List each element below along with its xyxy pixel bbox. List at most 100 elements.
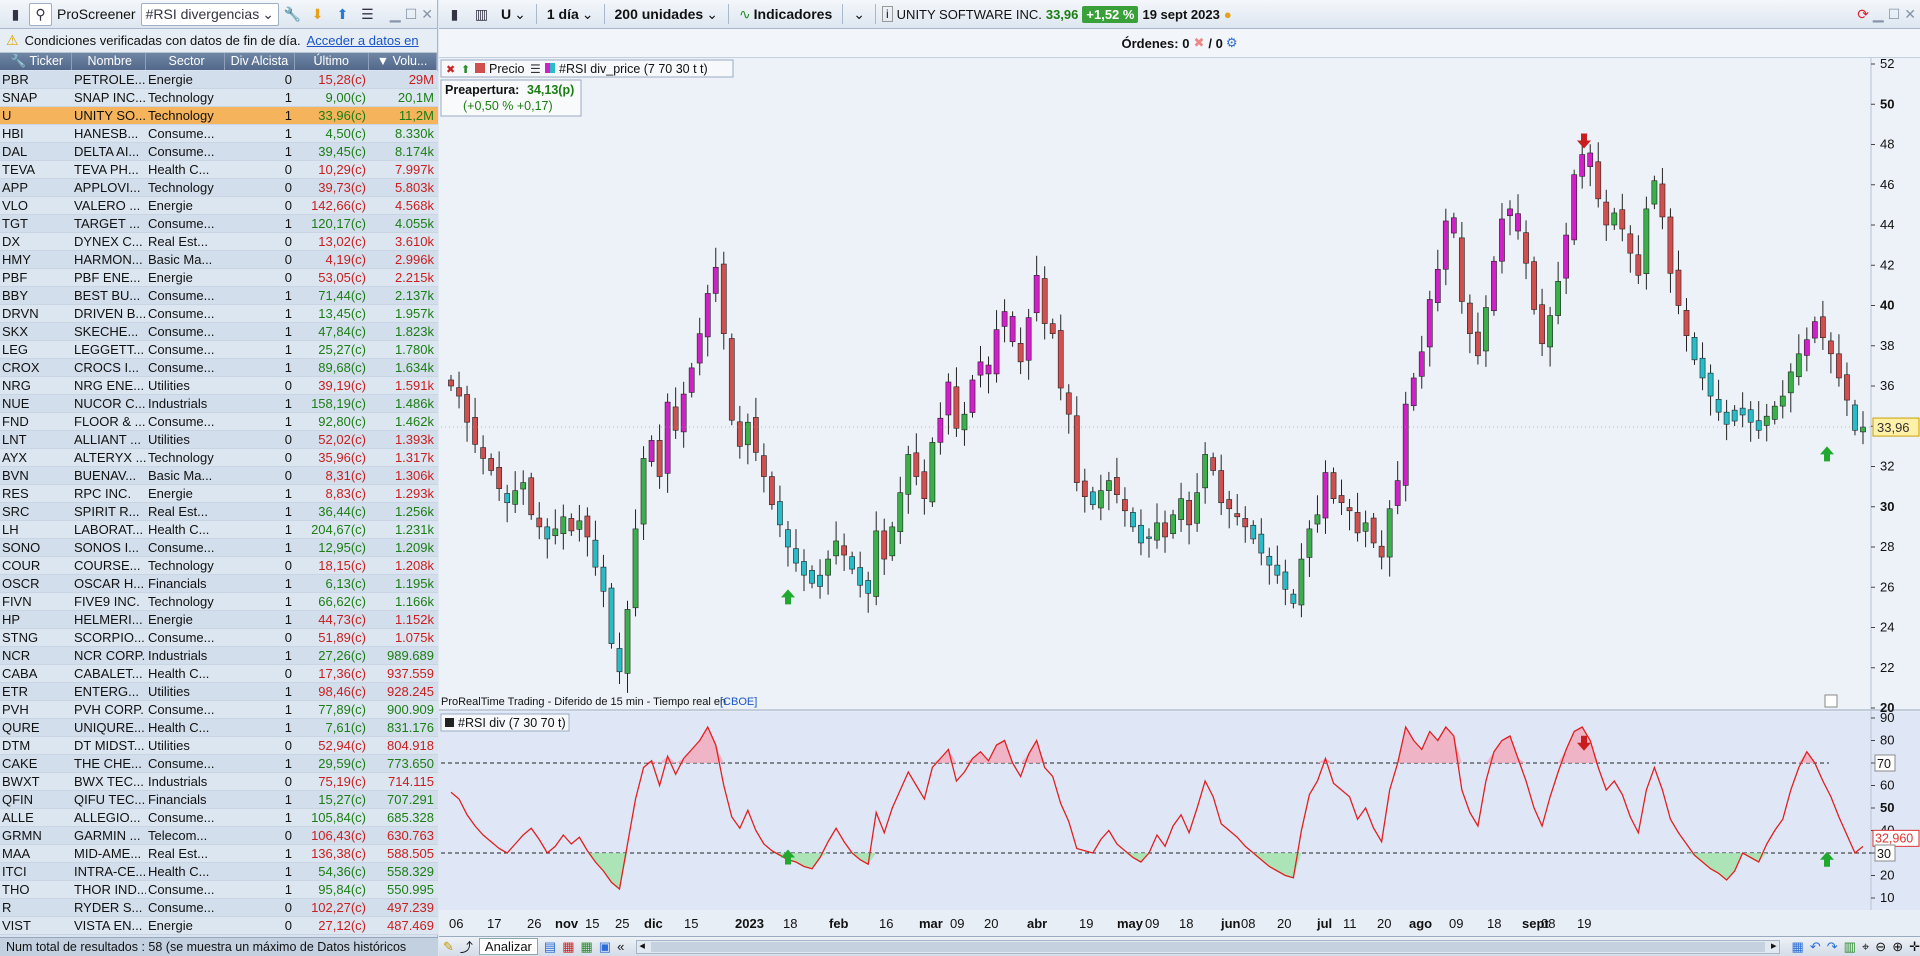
table-row[interactable]: RES RPC INC. Energie 1 8,83(c) 1.293k — [0, 485, 438, 503]
table-row[interactable]: HBI HANESB... Consume... 1 4,50(c) 8.330k — [0, 125, 438, 143]
table-row[interactable]: CROX CROCS I... Consume... 1 89,68(c) 1.634k — [0, 359, 438, 377]
calendar-icon[interactable]: ▦ — [1792, 939, 1804, 955]
layout-icon[interactable]: ▤ — [544, 939, 556, 955]
col-volumen[interactable]: ▼ Volu... — [369, 53, 437, 70]
table-row[interactable]: GRMN GARMIN ... Telecom... 0 106,43(c) 630.76… — [0, 827, 438, 845]
screener-icon[interactable]: ▦ — [562, 939, 574, 955]
table-row[interactable]: OSCR OSCAR H... Financials 1 6,13(c) 1.195k — [0, 575, 438, 593]
stop-icon[interactable]: ▮ — [4, 3, 27, 26]
chart-stop-icon[interactable]: ▮ — [443, 3, 466, 26]
table-row[interactable]: DAL DELTA AI... Consume... 1 39,45(c) 8.174k — [0, 143, 438, 161]
chart-type-icon[interactable]: ▥ — [470, 3, 493, 26]
undo-icon[interactable]: ↶ — [1810, 939, 1821, 955]
grid-icon[interactable]: ▦ — [580, 939, 592, 955]
table-row[interactable]: NRG NRG ENE... Utilities 0 39,19(c) 1.591k — [0, 377, 438, 395]
table-row[interactable]: SRC SPIRIT R... Real Est... 1 36,44(c) 1.256k — [0, 503, 438, 521]
sync-icon[interactable]: ⟳ — [1857, 6, 1869, 23]
table-row[interactable]: COUR COURSE... Technology 0 18,15(c) 1.208k — [0, 557, 438, 575]
table-row[interactable]: DRVN DRIVEN B... Consume... 1 13,45(c) 1.957k — [0, 305, 438, 323]
scroll-left-icon[interactable]: ◂ — [639, 939, 645, 952]
table-row[interactable]: FND FLOOR & ... Consume... 1 92,80(c) 1.462k — [0, 413, 438, 431]
upload-icon[interactable]: ⬆ — [331, 3, 354, 26]
col-div-alcista[interactable]: Div Alcista — [225, 53, 296, 70]
table-row[interactable]: ETR ENTERG... Utilities 1 98,46(c) 928.245 — [0, 683, 438, 701]
table-row[interactable]: CAKE THE CHE... Consume... 1 29,59(c) 773.650 — [0, 755, 438, 773]
table-row[interactable]: NCR NCR CORP. Industrials 1 27,26(c) 989.689 — [0, 647, 438, 665]
table-row[interactable]: APP APPLOVI... Technology 0 39,73(c) 5.803k — [0, 179, 438, 197]
collapse-left-icon[interactable]: « — [617, 939, 624, 954]
zoom-fit-icon[interactable]: ⌖ — [1862, 939, 1869, 955]
excel-icon[interactable]: ▥ — [1844, 939, 1856, 955]
chart-icon[interactable]: ▣ — [599, 939, 611, 955]
table-row[interactable]: PBR PETROLE... Energie 0 15,28(c) 29M — [0, 71, 438, 89]
table-row[interactable]: HMY HARMON... Basic Ma... 0 4,19(c) 2.996k — [0, 251, 438, 269]
table-row[interactable]: BVN BUENAV... Basic Ma... 0 8,31(c) 1.306k — [0, 467, 438, 485]
table-row[interactable]: LH LABORAT... Health C... 1 204,67(c) 1.231k — [0, 521, 438, 539]
zoom-in-icon[interactable]: ⊕ — [1892, 939, 1903, 955]
crosshair-icon[interactable]: ✛ — [1909, 939, 1920, 955]
table-row[interactable]: VIST VISTA EN... Energie 0 27,12(c) 487.469 — [0, 917, 438, 935]
table-row[interactable]: R RYDER S... Consume... 0 102,27(c) 497.239 — [0, 899, 438, 917]
indicators-menu[interactable]: ⌄ — [849, 6, 869, 23]
table-row[interactable]: SONO SONOS I... Consume... 1 12,95(c) 1.209k — [0, 539, 438, 557]
minimize-icon[interactable]: ▁ — [1873, 6, 1884, 23]
menu-icon[interactable]: ☰ — [356, 3, 379, 26]
table-row[interactable]: STNG SCORPIO... Consume... 0 51,89(c) 1.075k — [0, 629, 438, 647]
table-row[interactable]: DX DYNEX C... Real Est... 0 13,02(c) 3.610k — [0, 233, 438, 251]
table-row[interactable]: DTM DT MIDST... Utilities 0 52,94(c) 804.918 — [0, 737, 438, 755]
time-scrollbar[interactable]: ◂ ▸ — [636, 939, 1780, 954]
wrench-icon[interactable]: 🔧 — [281, 3, 304, 26]
cancel-orders-icon[interactable]: ✖ — [1193, 35, 1204, 51]
table-row[interactable]: AYX ALTERYX ... Technology 0 35,96(c) 1.317k — [0, 449, 438, 467]
maximize-icon[interactable]: ☐ — [405, 6, 418, 23]
maximize-icon[interactable]: ☐ — [1888, 6, 1901, 23]
col-nombre[interactable]: Nombre — [72, 53, 146, 70]
table-row[interactable]: HP HELMERI... Energie 1 44,73(c) 1.152k — [0, 611, 438, 629]
close-icon[interactable]: ✕ — [1904, 6, 1916, 23]
table-row[interactable]: ALLE ALLEGIO... Consume... 1 105,84(c) 685.32… — [0, 809, 438, 827]
pencil-icon[interactable]: ✎ — [443, 939, 454, 955]
table-row[interactable]: LEG LEGGETT... Consume... 1 25,27(c) 1.780k — [0, 341, 438, 359]
scroll-right-icon[interactable]: ▸ — [1771, 939, 1777, 952]
table-row[interactable]: BBY BEST BU... Consume... 1 71,44(c) 2.137k — [0, 287, 438, 305]
col-sector[interactable]: Sector — [146, 53, 226, 70]
units-selector[interactable]: 200 unidades ⌄ — [611, 6, 722, 23]
interval-selector[interactable]: 1 día ⌄ — [543, 6, 598, 23]
download-icon[interactable]: ⬇ — [306, 3, 329, 26]
lock-icon[interactable]: ⚲ — [29, 2, 52, 26]
table-row[interactable]: QURE UNIQURE... Health C... 1 7,61(c) 831.176 — [0, 719, 438, 737]
redo-icon[interactable]: ↷ — [1827, 939, 1838, 955]
scroll-thumb[interactable] — [651, 941, 1765, 952]
symbol-selector[interactable]: U ⌄ — [497, 6, 530, 23]
table-row[interactable]: ITCI INTRA-CE... Health C... 1 54,36(c) 558.3… — [0, 863, 438, 881]
chart-area[interactable]: 2022242628303234363840424446485052102030… — [439, 56, 1920, 936]
analyze-button[interactable]: Analizar — [478, 938, 538, 955]
minimize-icon[interactable]: ▁ — [390, 6, 401, 23]
table-row[interactable]: QFIN QIFU TEC... Financials 1 15,27(c) 707.29… — [0, 791, 438, 809]
zoom-out-icon[interactable]: ⊖ — [1875, 939, 1886, 955]
table-row[interactable]: SKX SKECHE... Consume... 1 47,84(c) 1.823k — [0, 323, 438, 341]
share-icon[interactable]: ⤴ — [460, 937, 473, 956]
realtime-link[interactable]: Acceder a datos en — [307, 33, 419, 48]
table-row[interactable]: U UNITY SO... Technology 1 33,96(c) 11,2M — [0, 107, 438, 125]
price-rsi-chart[interactable]: 2022242628303234363840424446485052102030… — [439, 56, 1920, 936]
screen-selector[interactable]: #RSI divergencias ⌄ — [140, 2, 279, 26]
table-row[interactable]: TGT TARGET ... Consume... 1 120,17(c) 4.055k — [0, 215, 438, 233]
table-row[interactable]: TEVA TEVA PH... Health C... 0 10,29(c) 7.997k — [0, 161, 438, 179]
table-row[interactable]: SNAP SNAP INC... Technology 1 9,00(c) 20,1M — [0, 89, 438, 107]
table-row[interactable]: PBF PBF ENE... Energie 0 53,05(c) 2.215k — [0, 269, 438, 287]
table-row[interactable]: NUE NUCOR C... Industrials 1 158,19(c) 1.486k — [0, 395, 438, 413]
table-row[interactable]: VLO VALERO ... Energie 0 142,66(c) 4.568k — [0, 197, 438, 215]
table-row[interactable]: LNT ALLIANT ... Utilities 0 52,02(c) 1.393k — [0, 431, 438, 449]
info-icon[interactable]: i — [882, 6, 893, 22]
table-row[interactable]: THO THOR IND... Consume... 1 95,84(c) 550.995 — [0, 881, 438, 899]
col-ultimo[interactable]: Último — [295, 53, 370, 70]
table-row[interactable]: FIVN FIVE9 INC. Technology 1 66,62(c) 1.166k — [0, 593, 438, 611]
close-icon[interactable]: ✕ — [421, 6, 433, 23]
settings-icon[interactable]: ⚙ — [1226, 35, 1238, 51]
table-row[interactable]: BWXT BWX TEC... Industrials 0 75,19(c) 714.11… — [0, 773, 438, 791]
table-row[interactable]: PVH PVH CORP. Consume... 1 77,89(c) 900.909 — [0, 701, 438, 719]
table-row[interactable]: CABA CABALET... Health C... 0 17,36(c) 937.55… — [0, 665, 438, 683]
indicators-button[interactable]: ∿ Indicadores — [735, 6, 836, 23]
col-ticker[interactable]: 🔧 Ticker — [0, 53, 72, 70]
